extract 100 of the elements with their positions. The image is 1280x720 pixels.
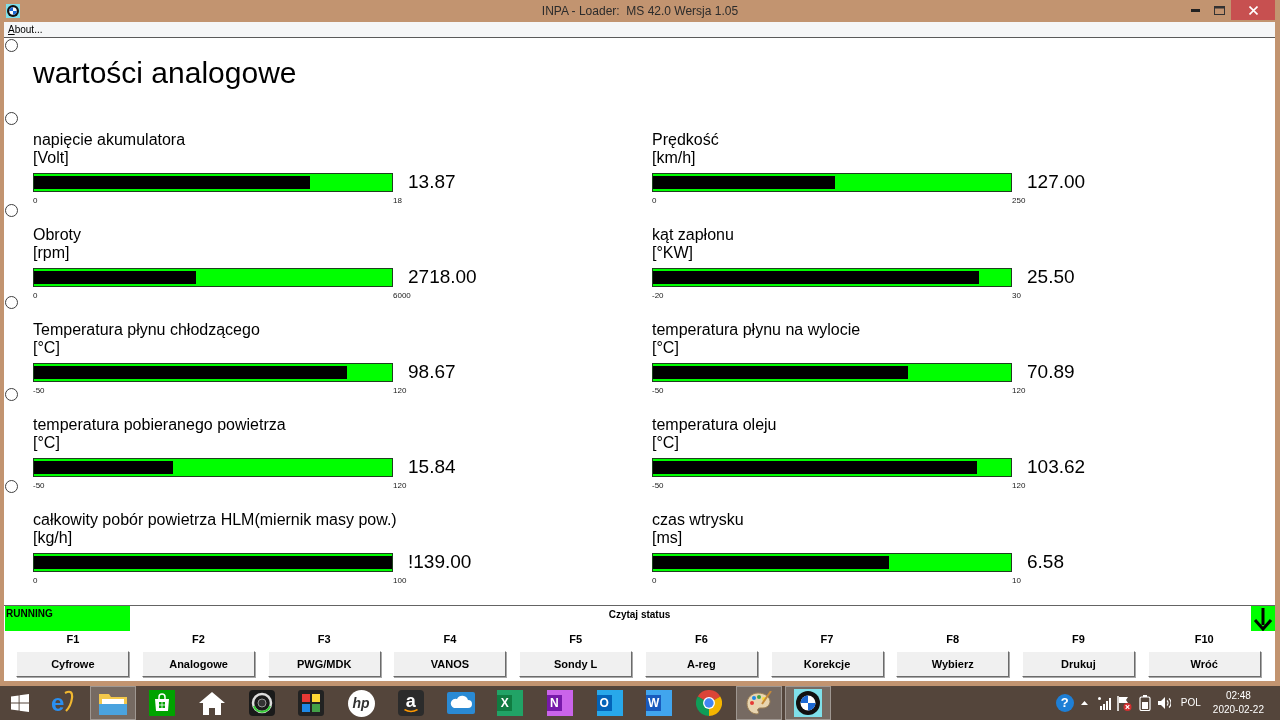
scale-max-label: 100: [393, 576, 407, 586]
gauge-label: temperatura płynu na wylocie: [652, 321, 861, 339]
function-button[interactable]: Drukuj: [1021, 651, 1135, 677]
taskbar-button[interactable]: [735, 686, 782, 720]
gauge-value: 2718.00: [408, 266, 477, 288]
function-button[interactable]: Korekcje: [770, 651, 884, 677]
language-indicator[interactable]: POL: [1180, 697, 1201, 709]
function-button[interactable]: Wróć: [1147, 651, 1261, 677]
folder-icon: [98, 691, 127, 715]
minimize-icon: [1190, 8, 1200, 12]
radio-button[interactable]: [5, 296, 18, 309]
function-button[interactable]: Wybierz: [896, 651, 1010, 677]
function-button[interactable]: A-reg: [644, 651, 758, 677]
unit-label: [ms]: [652, 529, 683, 547]
function-key-label: F1: [66, 632, 80, 646]
flag-icon: [1117, 695, 1133, 711]
scale-max-label: 120: [393, 386, 407, 396]
scale-min-label: -50: [652, 481, 664, 491]
taskbar-button[interactable]: N: [536, 686, 583, 720]
unit-label: [°KW]: [652, 244, 694, 262]
unit-label: [°C]: [652, 339, 679, 357]
gauge-value: !139.00: [408, 551, 472, 573]
taskbar-button[interactable]: X: [487, 686, 534, 720]
taskbar-button[interactable]: W: [636, 686, 683, 720]
letter-tile-icon: a: [397, 690, 424, 716]
gauge-label: temperatura pobieranego powietrza: [33, 416, 286, 434]
gauge-label: czas wtrysku: [652, 511, 744, 529]
help-icon[interactable]: ?: [1055, 694, 1074, 712]
mail-icon: O: [596, 690, 623, 716]
gauge-value: 13.87: [408, 171, 456, 193]
gauge-label: Prędkość: [652, 131, 719, 149]
arrow-down-icon: [1251, 606, 1275, 631]
unit-label: [°C]: [33, 339, 60, 357]
gauge-label: temperatura oleju: [652, 416, 777, 434]
speaker-icon: [1158, 697, 1172, 709]
gauge-value: 25.50: [1027, 266, 1075, 288]
function-key-label: F6: [694, 632, 708, 646]
close-button[interactable]: [1231, 0, 1275, 20]
clock-date: 2020-02-22: [1212, 703, 1264, 717]
taskbar-button[interactable]: a: [387, 686, 434, 720]
document-icon: W: [646, 690, 673, 716]
function-button[interactable]: Analogowe: [142, 651, 256, 677]
scale-min-label: -50: [33, 386, 45, 396]
radio-button[interactable]: [5, 388, 18, 401]
scale-max-label: 120: [393, 481, 407, 491]
radio-button[interactable]: [5, 112, 18, 125]
gauge-label: Temperatura płynu chłodzącego: [33, 321, 260, 339]
scale-min-label: 0: [33, 291, 38, 301]
caret-up-icon: [1081, 701, 1089, 705]
taskbar-button[interactable]: O: [586, 686, 633, 720]
function-key-label: F3: [317, 632, 331, 646]
function-button[interactable]: Cyfrowe: [16, 651, 130, 677]
scale-max-label: 30: [1012, 291, 1021, 301]
roundel-icon: [794, 689, 823, 717]
radio-button[interactable]: [5, 39, 18, 52]
menu-item[interactable]: About...: [8, 23, 43, 36]
function-key-label: F8: [946, 632, 960, 646]
unit-label: [°C]: [33, 434, 60, 452]
taskbar-button[interactable]: [785, 686, 832, 720]
radio-button[interactable]: [5, 480, 18, 493]
gauge-label: Obroty: [33, 226, 81, 244]
scale-max-label: 250: [1012, 196, 1026, 206]
scale-max-label: 6000: [393, 291, 411, 301]
scale-max-label: 120: [1012, 481, 1026, 491]
function-key-label: F7: [820, 632, 834, 646]
window-title: INPA - Loader: MS 42.0 Wersja 1.05: [541, 3, 739, 20]
gauge-value: 6.58: [1027, 551, 1064, 573]
gauge-value: 127.00: [1027, 171, 1086, 193]
camera-lens-icon: [248, 690, 275, 716]
status-indicator: RUNNING: [5, 606, 130, 631]
scale-max-label: 120: [1012, 386, 1026, 396]
signal-bars-icon: [1097, 696, 1112, 710]
function-key-label: F9: [1072, 632, 1085, 646]
scale-min-label: 0: [33, 576, 38, 586]
scale-max-label: 18: [393, 196, 402, 206]
function-button[interactable]: Sondy L: [519, 651, 633, 677]
function-button[interactable]: VANOS: [393, 651, 507, 677]
scale-max-label: 10: [1012, 576, 1021, 586]
shopping-bag-icon: [149, 690, 176, 716]
radio-button[interactable]: [5, 204, 18, 217]
gauge-value: 70.89: [1027, 361, 1075, 383]
taskbar-button[interactable]: hp: [338, 686, 385, 720]
function-key-label: F10: [1194, 632, 1214, 646]
four-panes-icon: [11, 694, 29, 712]
gauge-value: 15.84: [408, 456, 456, 478]
spreadsheet-icon: X: [497, 690, 524, 716]
gauge-value: 103.62: [1027, 456, 1086, 478]
status-message: Czytaj status: [608, 609, 671, 621]
function-button[interactable]: PWG/MDK: [267, 651, 381, 677]
scale-min-label: -20: [652, 291, 664, 301]
unit-label: [kg/h]: [33, 529, 73, 547]
scale-min-label: -50: [652, 386, 664, 396]
notebook-icon: N: [546, 690, 573, 716]
roundel-icon: [6, 4, 20, 18]
gauge-value: 98.67: [408, 361, 456, 383]
scale-min-label: 0: [652, 576, 657, 586]
taskbar-button[interactable]: [89, 686, 136, 720]
battery-icon: [1138, 695, 1151, 711]
unit-label: [°C]: [652, 434, 679, 452]
unit-label: [Volt]: [33, 149, 69, 167]
